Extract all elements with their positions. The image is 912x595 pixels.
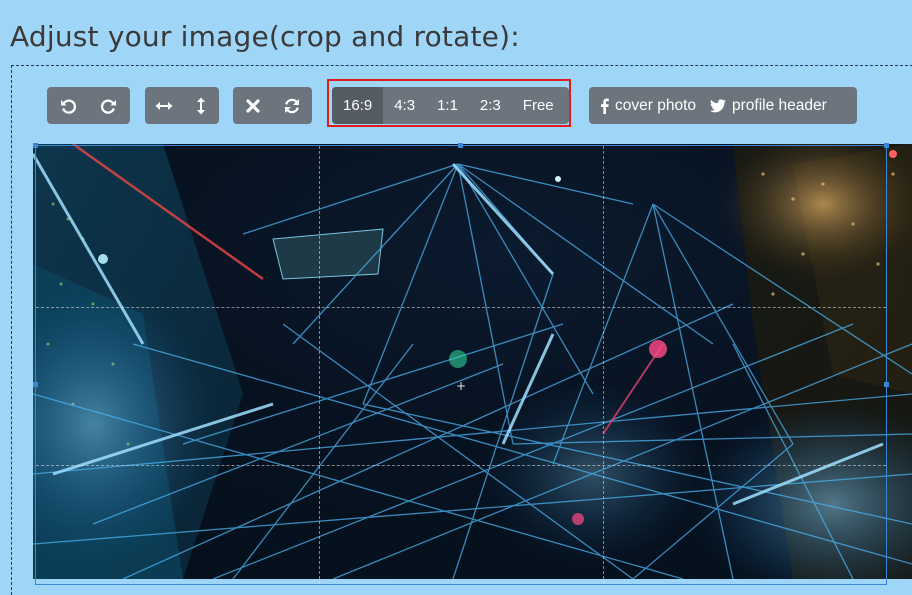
clear-button[interactable] xyxy=(233,87,272,124)
crop-handle-w[interactable] xyxy=(33,382,38,387)
ratio-1-1-button[interactable]: 1:1 xyxy=(426,87,469,124)
crop-center-mark: + xyxy=(456,379,467,393)
flip-horizontal-button[interactable] xyxy=(145,87,182,124)
reset-button[interactable] xyxy=(272,87,312,124)
reset-button-group xyxy=(233,87,312,124)
cover-photo-button[interactable]: cover photo xyxy=(589,87,706,124)
crop-guide-horizontal xyxy=(36,465,886,466)
page-title: Adjust your image(crop and rotate): xyxy=(10,20,520,53)
close-icon xyxy=(245,98,260,113)
flip-button-group xyxy=(145,87,219,124)
crop-handle-ne[interactable] xyxy=(884,143,889,148)
social-preset-group: cover photo profile header xyxy=(589,87,857,124)
refresh-icon xyxy=(283,97,301,115)
aspect-ratio-group: 16:9 4:3 1:1 2:3 Free xyxy=(332,87,569,124)
flip-vertical-button[interactable] xyxy=(182,87,219,124)
twitter-icon xyxy=(710,98,726,113)
crop-handle-n[interactable] xyxy=(458,143,463,148)
rotate-left-button[interactable] xyxy=(47,87,88,124)
crop-guide-vertical xyxy=(603,146,604,584)
rotate-button-group xyxy=(47,87,130,124)
flip-horizontal-icon xyxy=(155,100,173,112)
crop-box[interactable]: + xyxy=(33,143,889,585)
cover-photo-label: cover photo xyxy=(615,96,696,114)
crop-guide-horizontal xyxy=(36,307,886,308)
ratio-free-button[interactable]: Free xyxy=(512,87,565,124)
crop-handle-e[interactable] xyxy=(884,382,889,387)
crop-handle-nw[interactable] xyxy=(33,143,38,148)
profile-header-label: profile header xyxy=(732,96,827,114)
crop-guide-vertical xyxy=(319,146,320,584)
ratio-16-9-button[interactable]: 16:9 xyxy=(332,87,384,124)
rotate-right-button[interactable] xyxy=(88,87,130,124)
ratio-4-3-button[interactable]: 4:3 xyxy=(383,87,426,124)
rotate-left-icon xyxy=(59,97,77,115)
rotate-right-icon xyxy=(100,97,118,115)
flip-vertical-icon xyxy=(195,97,207,115)
ratio-2-3-button[interactable]: 2:3 xyxy=(469,87,512,124)
facebook-icon xyxy=(600,98,609,114)
profile-header-button[interactable]: profile header xyxy=(706,87,839,124)
